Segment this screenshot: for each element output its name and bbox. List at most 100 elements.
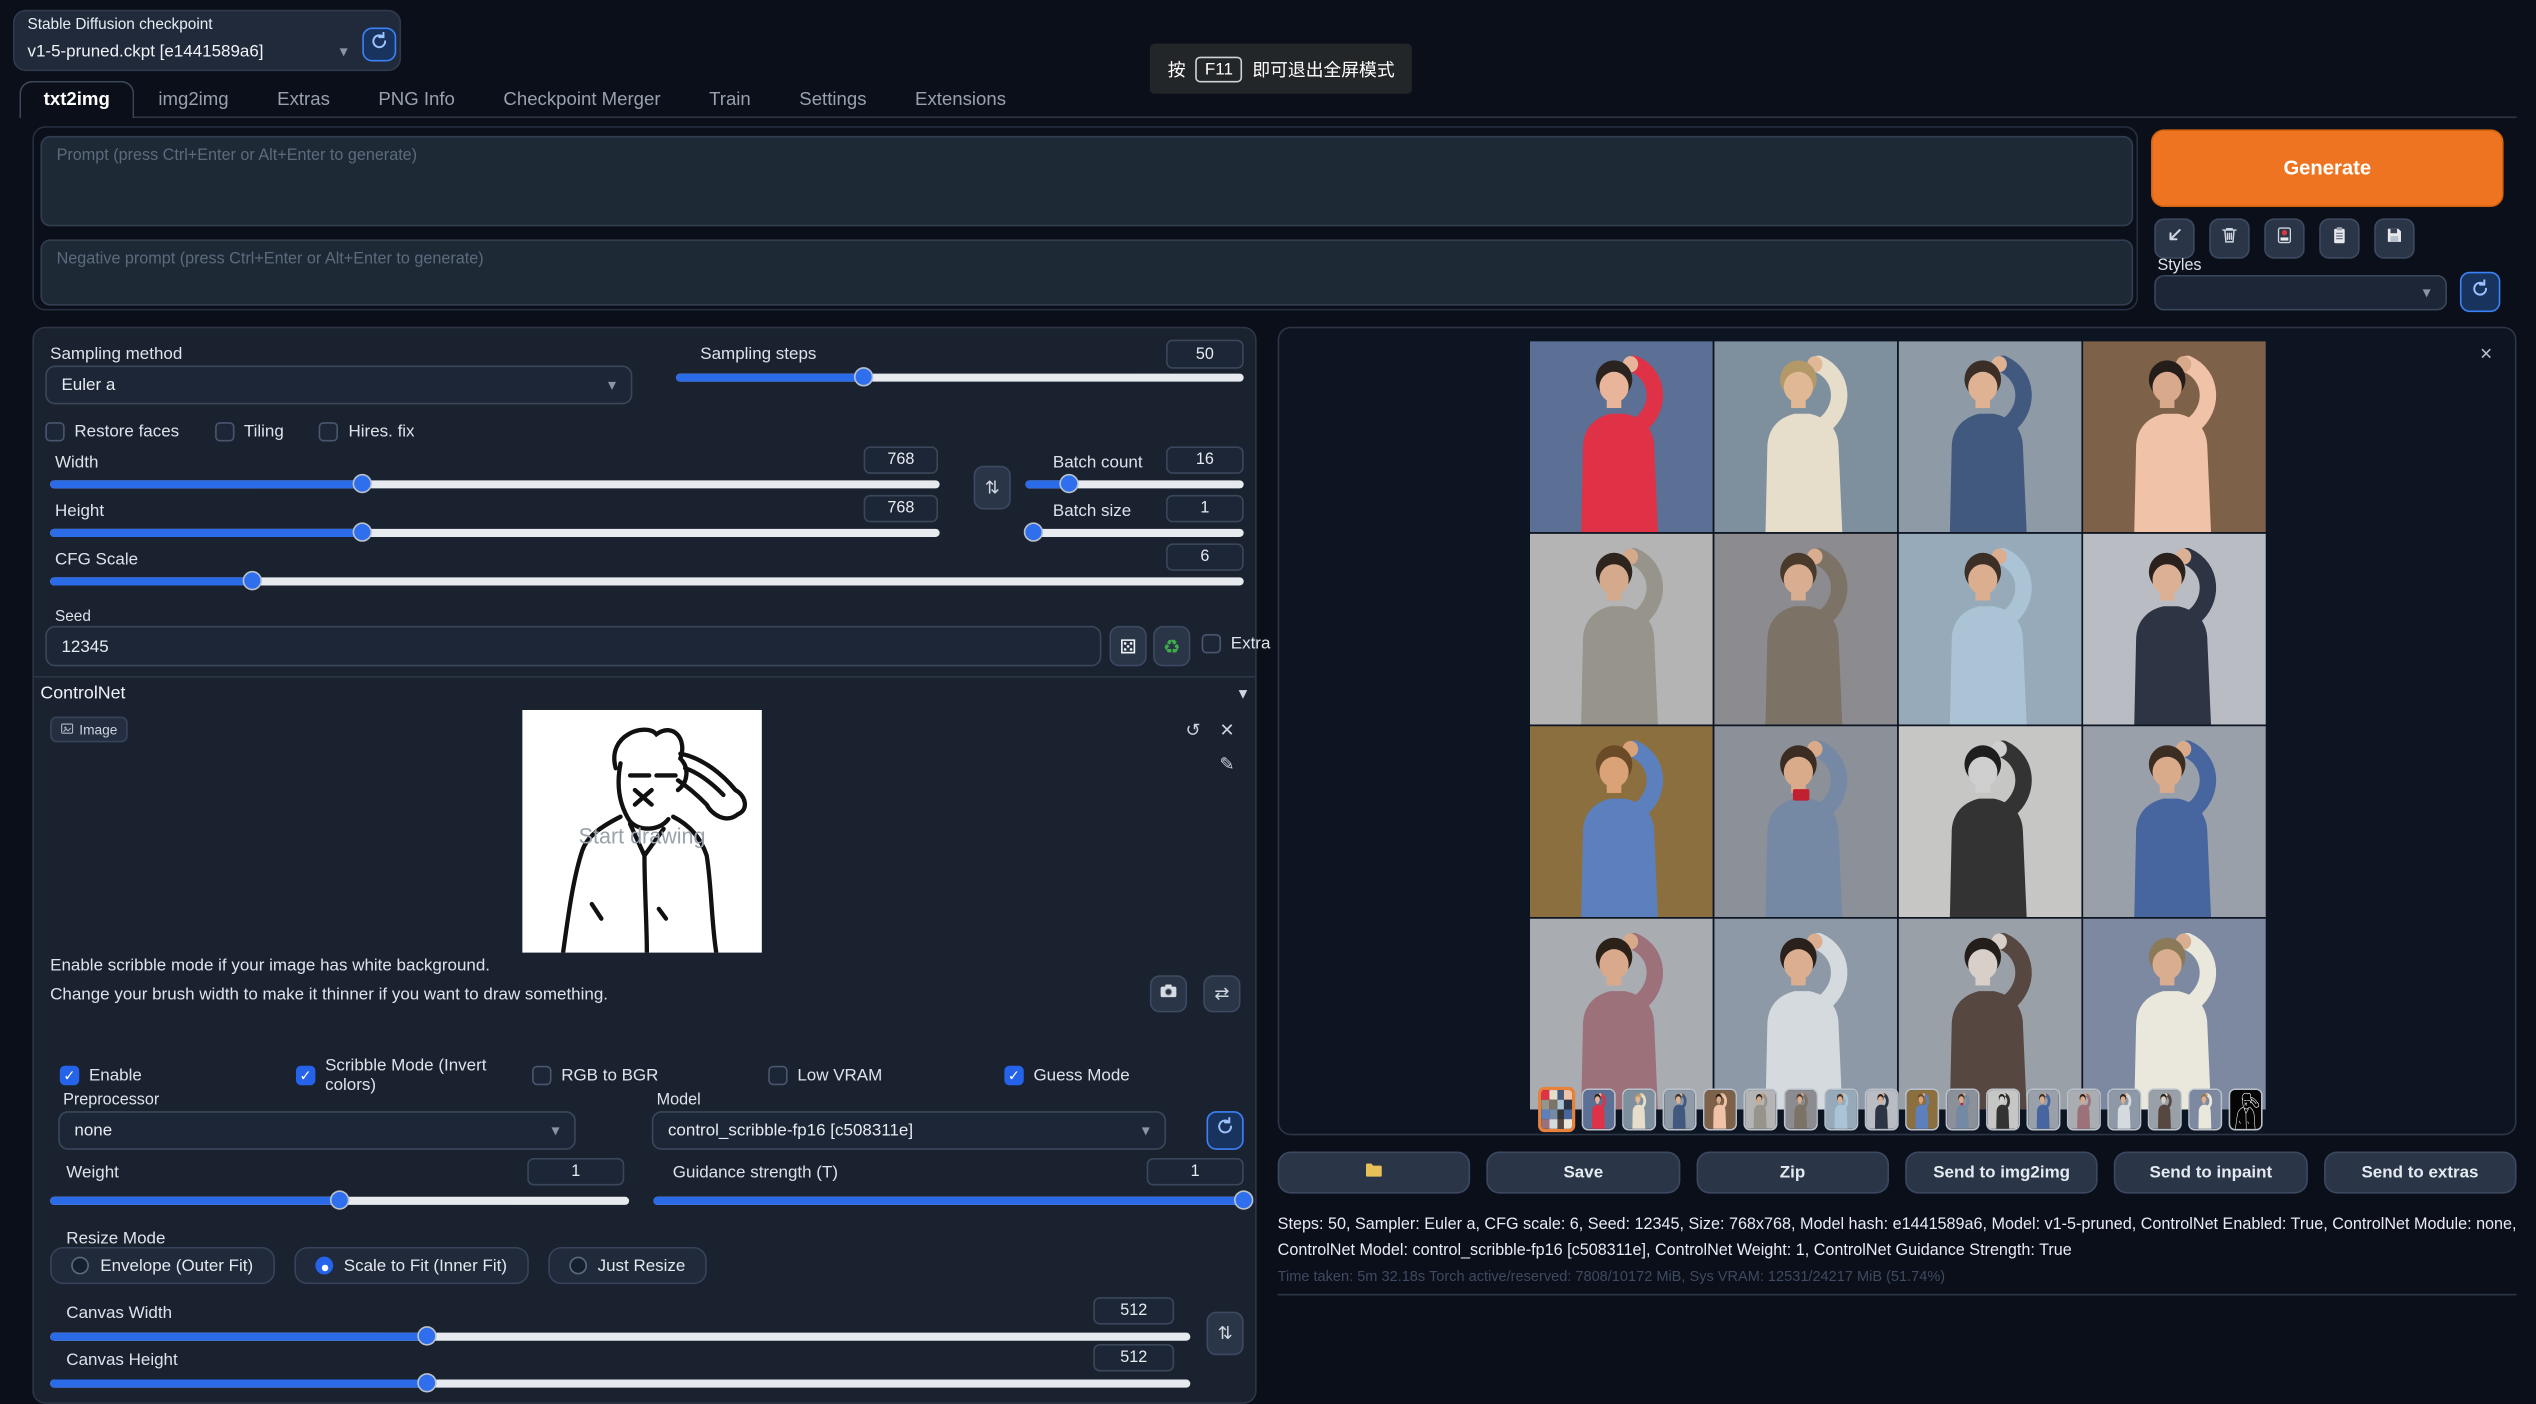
random-seed-button[interactable]: ⚄ — [1109, 626, 1146, 666]
thumbnail-2[interactable] — [1582, 1088, 1616, 1130]
read-params-button[interactable] — [2154, 218, 2194, 258]
gallery-image-15[interactable] — [1899, 919, 2082, 1110]
height-slider[interactable] — [50, 522, 940, 541]
height-value[interactable]: 768 — [864, 495, 938, 522]
tab-settings[interactable]: Settings — [775, 81, 891, 118]
checkbox-tiling[interactable]: Tiling — [215, 422, 284, 441]
thumbnail-11[interactable] — [1946, 1088, 1980, 1130]
tab-png-info[interactable]: PNG Info — [354, 81, 479, 118]
radio-just-resize[interactable]: Just Resize — [547, 1247, 706, 1284]
gallery-image-12[interactable] — [2083, 726, 2266, 917]
thumbnail-9[interactable] — [1865, 1088, 1899, 1130]
batch-size-slider[interactable] — [1025, 522, 1243, 541]
thumbnail-8[interactable] — [1824, 1088, 1858, 1130]
width-value[interactable]: 768 — [864, 446, 938, 473]
thumbnail-14[interactable] — [2067, 1088, 2101, 1130]
tab-extensions[interactable]: Extensions — [891, 81, 1031, 118]
gallery-image-14[interactable] — [1714, 919, 1897, 1110]
thumbnail-10[interactable] — [1905, 1088, 1939, 1130]
cfg-scale-value[interactable]: 6 — [1166, 543, 1244, 570]
extra-networks-button[interactable] — [2264, 218, 2304, 258]
canvas-width-value[interactable]: 512 — [1093, 1297, 1174, 1324]
gallery-image-8[interactable] — [2083, 534, 2266, 725]
gallery-image-7[interactable] — [1899, 534, 2082, 725]
thumbnail-6[interactable] — [1743, 1088, 1777, 1130]
seed-extra-checkbox[interactable]: Extra — [1202, 634, 1271, 653]
gallery-image-11[interactable] — [1899, 726, 2082, 917]
canvas-height-slider[interactable] — [50, 1373, 1190, 1392]
sampling-method-select[interactable]: Euler a▾ — [45, 366, 632, 405]
gallery-image-13[interactable] — [1530, 919, 1713, 1110]
controlnet-canvas[interactable]: Start drawing — [522, 710, 761, 953]
thumbnail-17[interactable] — [2188, 1088, 2222, 1130]
tab-txt2img[interactable]: txt2img — [19, 81, 134, 118]
mirror-button[interactable]: ⇄ — [1203, 975, 1240, 1012]
zip-button[interactable]: Zip — [1696, 1152, 1889, 1194]
width-slider[interactable] — [50, 474, 940, 493]
checkbox-guess-mode[interactable]: ✓Guess Mode — [1004, 1056, 1240, 1095]
preprocessor-select[interactable]: none▾ — [58, 1111, 576, 1150]
thumbnail-4[interactable] — [1663, 1088, 1697, 1130]
thumbnail-3[interactable] — [1622, 1088, 1656, 1130]
seed-input[interactable]: 12345 — [45, 626, 1101, 666]
guidance-strength-value[interactable]: 1 — [1147, 1158, 1244, 1185]
canvas-width-slider[interactable] — [50, 1326, 1190, 1345]
gallery-image-3[interactable] — [1899, 341, 2082, 532]
checkbox-scribble-mode-invert-colors-[interactable]: ✓Scribble Mode (Invert colors) — [296, 1056, 532, 1095]
save-style-button[interactable] — [2374, 218, 2414, 258]
webcam-button[interactable] — [1150, 975, 1187, 1012]
checkpoint-refresh-button[interactable] — [362, 27, 396, 61]
controlnet-image-tab[interactable]: Image — [50, 716, 127, 742]
checkbox-restore-faces[interactable]: Restore faces — [45, 422, 179, 441]
thumbnail-5[interactable] — [1703, 1088, 1737, 1130]
radio-scale-to-fit-inner-fit-[interactable]: Scale to Fit (Inner Fit) — [294, 1247, 528, 1284]
canvas-height-value[interactable]: 512 — [1093, 1344, 1174, 1371]
sampling-steps-slider[interactable] — [676, 367, 1244, 386]
clear-prompt-button[interactable] — [2209, 218, 2249, 258]
cfg-scale-slider[interactable] — [50, 571, 1244, 590]
close-icon[interactable]: ✕ — [1219, 720, 1234, 741]
thumbnail-13[interactable] — [2026, 1088, 2060, 1130]
gallery-image-16[interactable] — [2083, 919, 2266, 1110]
thumbnail-1-grid[interactable] — [1538, 1087, 1575, 1132]
open-folder-button[interactable] — [1278, 1152, 1471, 1194]
batch-count-value[interactable]: 16 — [1166, 446, 1244, 473]
checkbox-rgb-to-bgr[interactable]: RGB to BGR — [532, 1056, 768, 1095]
checkpoint-select[interactable]: v1-5-pruned.ckpt [e1441589a6] ▾ — [27, 37, 347, 66]
send-to-inpaint-button[interactable]: Send to inpaint — [2114, 1152, 2307, 1194]
apply-style-button[interactable] — [2319, 218, 2359, 258]
sampling-steps-value[interactable]: 50 — [1166, 340, 1244, 369]
model-select[interactable]: control_scribble-fp16 [c508311e]▾ — [652, 1111, 1166, 1150]
reuse-seed-button[interactable]: ♻ — [1153, 626, 1190, 666]
undo-icon[interactable]: ↺ — [1185, 720, 1200, 741]
thumbnail-12[interactable] — [1986, 1088, 2020, 1130]
batch-count-slider[interactable] — [1025, 474, 1243, 493]
gallery-image-9[interactable] — [1530, 726, 1713, 917]
radio-envelope-outer-fit-[interactable]: Envelope (Outer Fit) — [50, 1247, 274, 1284]
gallery-close-icon[interactable]: × — [2480, 341, 2492, 365]
tab-extras[interactable]: Extras — [253, 81, 354, 118]
save-button[interactable]: Save — [1487, 1152, 1680, 1194]
gallery-image-6[interactable] — [1714, 534, 1897, 725]
model-refresh-button[interactable] — [1207, 1111, 1244, 1150]
controlnet-header[interactable]: ControlNet ▼ — [40, 684, 1250, 703]
weight-value[interactable]: 1 — [527, 1158, 624, 1185]
prompt-input[interactable]: Prompt (press Ctrl+Enter or Alt+Enter to… — [40, 136, 2133, 227]
generate-button[interactable]: Generate — [2151, 129, 2504, 207]
guidance-strength-slider[interactable] — [653, 1190, 1243, 1209]
thumbnail-16[interactable] — [2148, 1088, 2182, 1130]
styles-select[interactable]: ▾ — [2154, 275, 2447, 311]
tab-img2img[interactable]: img2img — [134, 81, 253, 118]
gallery-image-1[interactable] — [1530, 341, 1713, 532]
tab-checkpoint-merger[interactable]: Checkpoint Merger — [479, 81, 685, 118]
styles-refresh-button[interactable] — [2460, 272, 2500, 312]
batch-size-value[interactable]: 1 — [1166, 495, 1244, 522]
gallery-image-10[interactable] — [1714, 726, 1897, 917]
brush-icon[interactable]: ✎ — [1219, 754, 1234, 775]
send-to-img2img-button[interactable]: Send to img2img — [1905, 1152, 2098, 1194]
checkbox-low-vram[interactable]: Low VRAM — [768, 1056, 1004, 1095]
gallery-image-2[interactable] — [1714, 341, 1897, 532]
thumbnail-15[interactable] — [2107, 1088, 2141, 1130]
gallery-image-5[interactable] — [1530, 534, 1713, 725]
gallery-main-image[interactable] — [1530, 341, 2266, 1077]
